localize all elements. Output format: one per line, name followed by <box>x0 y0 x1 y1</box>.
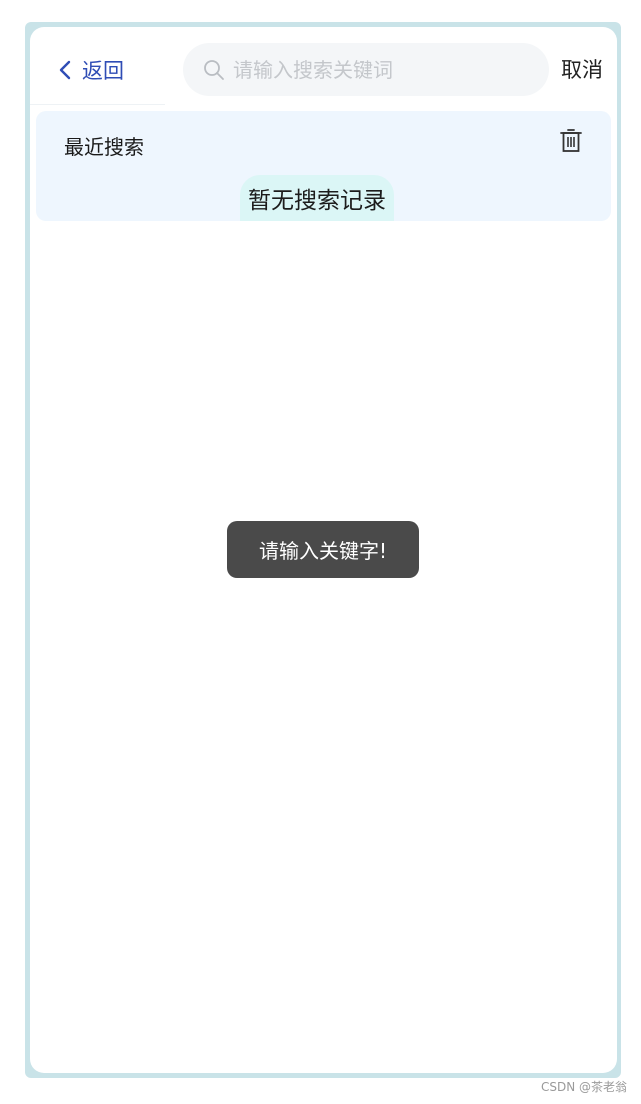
page-stage: 返回 取消 最近搜索 <box>0 0 641 1104</box>
back-label: 返回 <box>82 59 124 83</box>
recent-search-title: 最近搜索 <box>64 135 144 159</box>
clear-history-button[interactable] <box>557 127 585 155</box>
trash-icon <box>560 129 582 152</box>
phone-screen: 返回 取消 最近搜索 <box>30 27 617 1073</box>
watermark: CSDN @茶老翁 <box>540 1080 627 1094</box>
search-input[interactable] <box>233 57 533 82</box>
cancel-button[interactable]: 取消 <box>561 54 603 84</box>
empty-history-text: 暂无搜索记录 <box>240 175 394 221</box>
toast-message: 请输入关键字! <box>227 521 419 578</box>
chevron-left-icon <box>59 60 71 80</box>
search-header: 返回 取消 <box>30 27 617 111</box>
recent-search-panel: 最近搜索 暂无搜索记录 <box>36 111 611 221</box>
search-box[interactable] <box>183 43 549 96</box>
header-divider <box>30 104 165 105</box>
back-button[interactable]: 返回 <box>56 53 124 87</box>
search-icon <box>204 59 224 80</box>
